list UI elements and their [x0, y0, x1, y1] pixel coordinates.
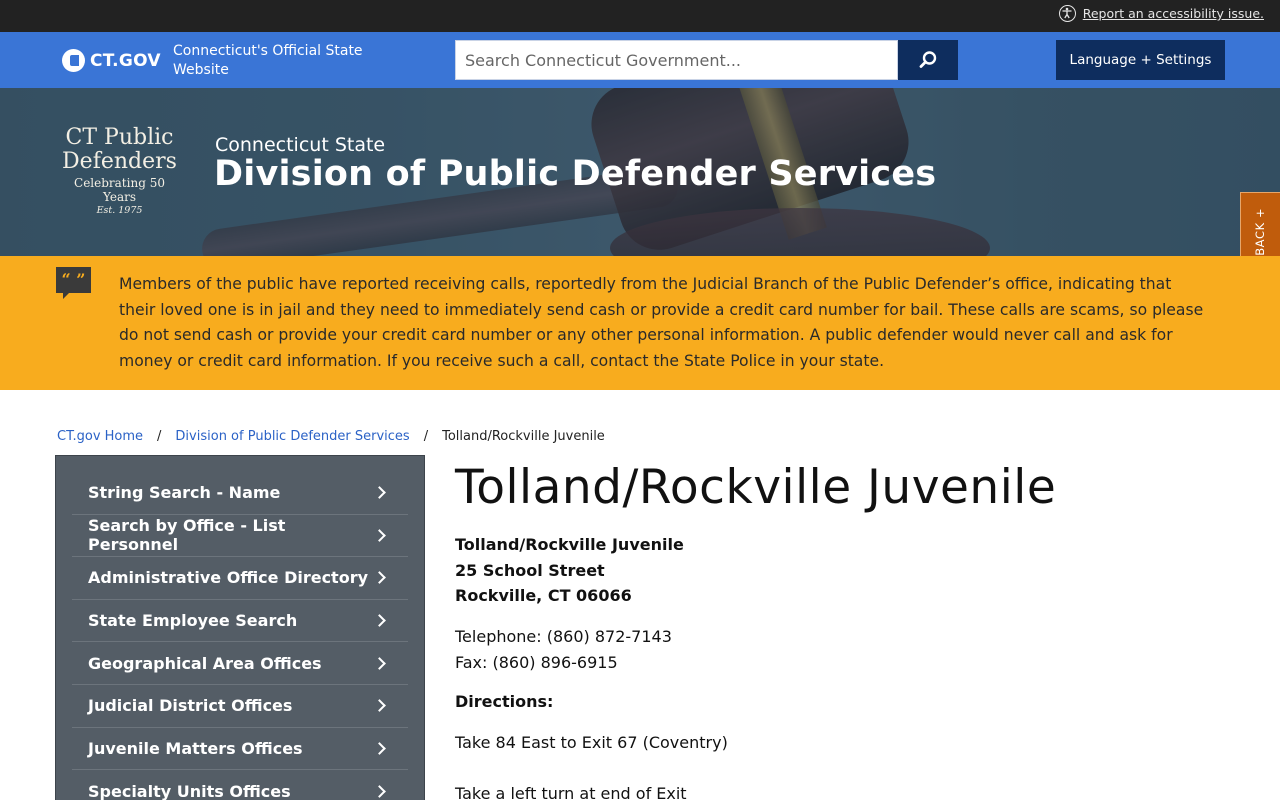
ctgov-logo-text: CT.GOV [90, 50, 161, 71]
svg-text:“ ”: “ ” [62, 270, 86, 289]
chevron-right-icon [373, 571, 386, 585]
address-line-city: Rockville, CT 06066 [455, 586, 632, 606]
accessibility-report-link[interactable]: Report an accessibility issue. [1058, 5, 1264, 22]
agency-logo-line4: Est. 1975 [96, 205, 143, 216]
chevron-right-icon [373, 785, 386, 798]
breadcrumb-agency-link[interactable]: Division of Public Defender Services [175, 429, 409, 444]
ctgov-tagline: Connecticut's Official State Website [173, 43, 363, 78]
chevron-right-icon [373, 699, 386, 713]
sidebar-item-specialty-offices[interactable]: Specialty Units Offices [72, 770, 408, 800]
agency-title[interactable]: Division of Public Defender Services [214, 154, 936, 194]
search-button[interactable] [898, 40, 958, 80]
fax-text: Fax: (860) 896-6915 [455, 653, 618, 672]
sidebar-item-string-search[interactable]: String Search - Name [72, 472, 408, 515]
utility-bar: Report an accessibility issue. [0, 0, 1280, 32]
search-input[interactable] [455, 40, 898, 80]
breadcrumb-separator: / [423, 429, 429, 444]
office-contact: Telephone: (860) 872-7143 Fax: (860) 896… [455, 624, 672, 676]
directions-heading: Directions: [455, 692, 554, 711]
sidebar-item-label: Juvenile Matters Offices [88, 738, 303, 758]
ctgov-logo-icon [62, 49, 85, 72]
agency-logo-line3: Celebrating 50 Years [74, 176, 165, 204]
sidebar-item-label: Administrative Office Directory [88, 568, 369, 588]
chevron-right-icon [373, 486, 386, 500]
address-line-name: Tolland/Rockville Juvenile [455, 535, 684, 554]
sidebar-item-geographical-offices[interactable]: Geographical Area Offices [72, 642, 408, 685]
sidebar-item-admin-directory[interactable]: Administrative Office Directory [72, 557, 408, 600]
sidebar-item-employee-search[interactable]: State Employee Search [72, 600, 408, 643]
sidebar-item-judicial-offices[interactable]: Judicial District Offices [72, 685, 408, 728]
directions-step: Take 84 East to Exit 67 (Coventry) [455, 733, 728, 752]
office-address: Tolland/Rockville Juvenile 25 School Str… [455, 532, 684, 609]
language-settings-button[interactable]: Language + Settings [1056, 40, 1225, 80]
address-line-street: 25 School Street [455, 560, 605, 580]
search-icon [919, 51, 937, 68]
ctgov-logo[interactable]: CT.GOV [62, 49, 161, 72]
sidebar-item-label: Geographical Area Offices [88, 653, 322, 673]
accessibility-link-label: Report an accessibility issue. [1082, 6, 1264, 21]
alert-text: Members of the public have reported rece… [119, 275, 1204, 371]
hero-kicker: Connecticut State [215, 134, 386, 156]
agency-hero-banner: CT Public Defenders Celebrating 50 Years… [0, 88, 1280, 256]
chevron-right-icon [373, 614, 386, 627]
ctgov-header: CT.GOV Connecticut's Official State Webs… [0, 32, 1280, 88]
sidebar-item-label: Search by Office - List Personnel [88, 516, 286, 555]
agency-logo-line1: CT Public [65, 125, 174, 150]
sidebar-item-search-by-office[interactable]: Search by Office - List Personnel [72, 515, 408, 558]
agency-logo-line2: Defenders [62, 149, 177, 174]
telephone-text: Telephone: (860) 872-7143 [455, 627, 672, 646]
breadcrumb-home-link[interactable]: CT.gov Home [57, 429, 143, 444]
agency-logo[interactable]: CT Public Defenders Celebrating 50 Years… [62, 125, 177, 217]
sidebar-item-label: String Search - Name [88, 483, 281, 503]
page-title: Tolland/Rockville Juvenile [455, 460, 1057, 515]
breadcrumb-current: Tolland/Rockville Juvenile [442, 429, 605, 444]
chevron-right-icon [373, 529, 386, 542]
sidebar-item-label: Specialty Units Offices [88, 781, 291, 800]
chevron-right-icon [373, 656, 386, 670]
sidebar-item-label: Judicial District Offices [88, 696, 293, 716]
sidebar-nav: String Search - Name Search by Office - … [55, 455, 425, 800]
sidebar-item-juvenile-offices[interactable]: Juvenile Matters Offices [72, 728, 408, 771]
breadcrumb-separator: / [157, 429, 162, 444]
directions-step: Take a left turn at end of Exit [455, 784, 687, 800]
quote-bubble-icon: “ ” [56, 267, 91, 299]
accessibility-icon [1058, 5, 1076, 22]
breadcrumb: CT.gov Home / Division of Public Defende… [57, 429, 605, 444]
chevron-right-icon [373, 741, 386, 755]
sidebar-item-label: State Employee Search [88, 611, 298, 631]
search-form [455, 40, 958, 80]
alert-banner: “ ” Members of the public have reported … [0, 256, 1280, 390]
